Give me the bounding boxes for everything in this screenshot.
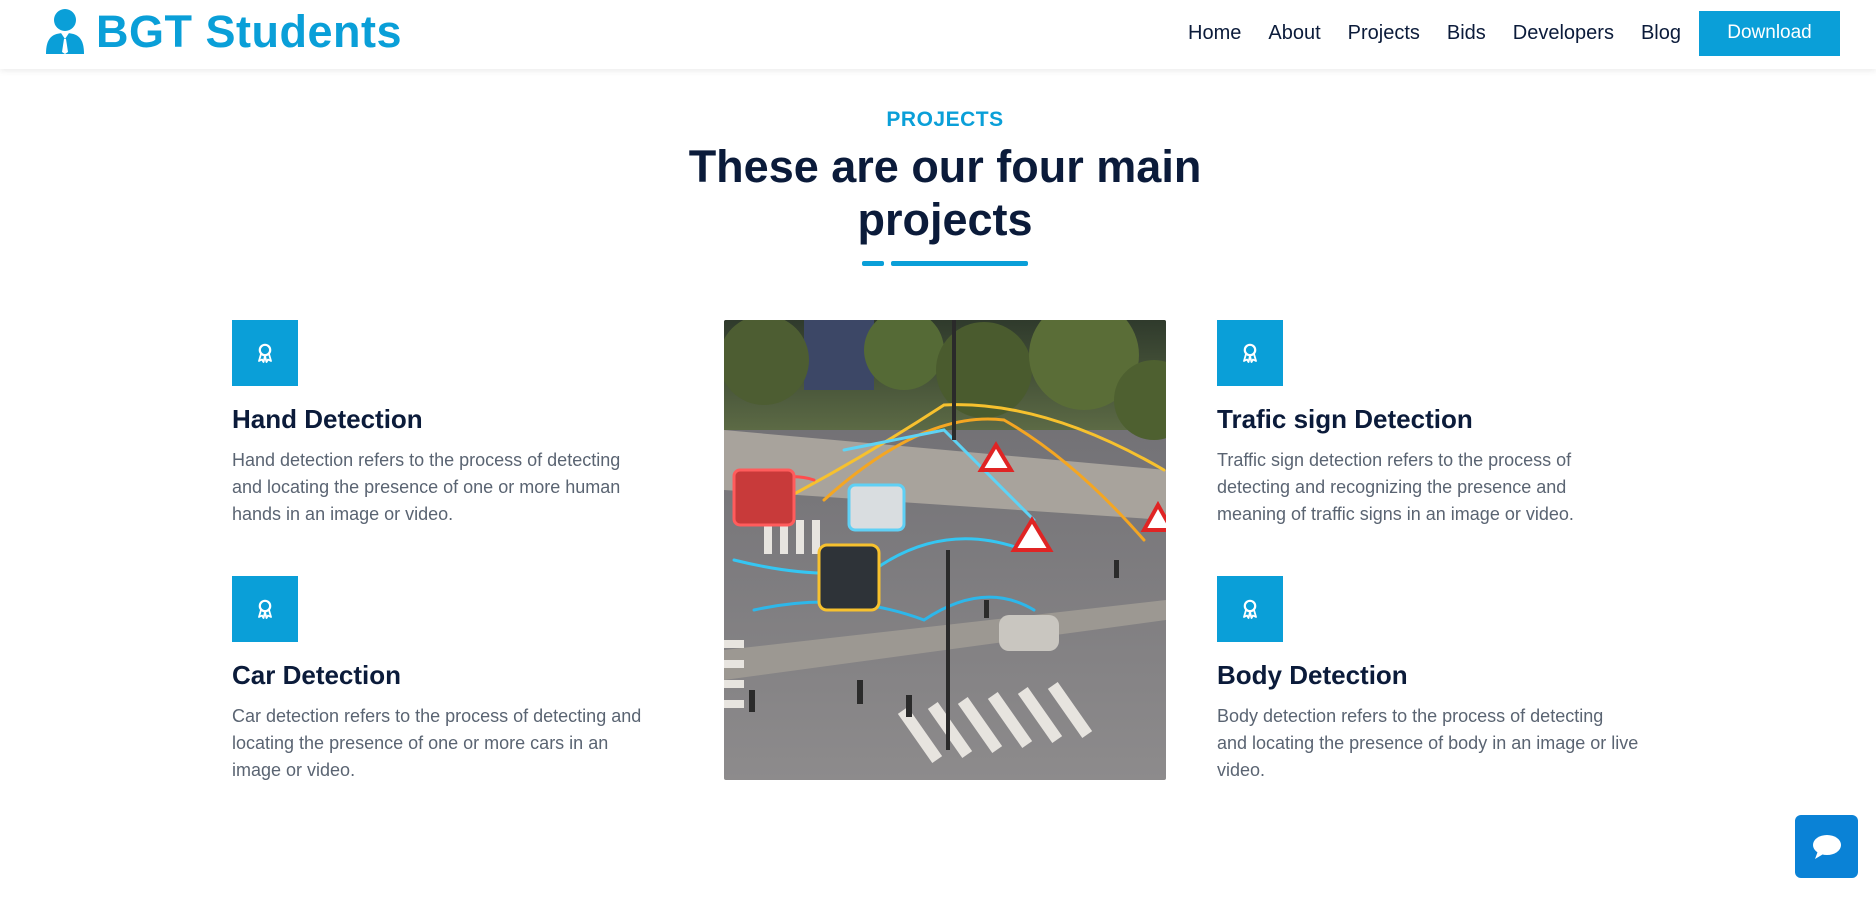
nav-home[interactable]: Home <box>1188 22 1241 45</box>
nav-projects[interactable]: Projects <box>1348 22 1420 45</box>
main-nav: Home About Projects Bids Developers Blog… <box>1161 10 1840 56</box>
feature-title: Hand Detection <box>232 404 423 434</box>
desc-line: Car detection refers to the process of d… <box>232 706 642 726</box>
desc-line: detecting and recognizing the presence a… <box>1217 477 1567 497</box>
download-button[interactable]: Download <box>1699 10 1840 56</box>
desc-line: locating the presence of one or more car… <box>232 733 609 753</box>
headline-line-1: These are our four main <box>688 141 1202 192</box>
feature-title: Trafic sign Detection <box>1217 404 1473 434</box>
brand-name: BGT Students <box>96 6 402 57</box>
chat-widget-button[interactable] <box>1795 815 1858 878</box>
nav-bids[interactable]: Bids <box>1447 22 1486 45</box>
feature-title: Car Detection <box>232 660 402 690</box>
feature-icon-box <box>232 320 298 386</box>
nav-about[interactable]: About <box>1268 22 1320 45</box>
smart-city-illustration <box>724 320 1166 780</box>
desc-line: and locating the presence of one or more… <box>232 477 621 497</box>
site-header: BGT Students Home About Projects Bids De… <box>0 0 1876 69</box>
feature-icon-box <box>232 576 298 642</box>
desc-line: Hand detection refers to the process of … <box>232 450 621 470</box>
feature-title: Body Detection <box>1217 660 1408 690</box>
desc-line: Traffic sign detection refers to the pro… <box>1217 450 1572 470</box>
intersection-scene-image <box>724 320 1166 780</box>
section-headline: These are our four main projects <box>645 140 1245 246</box>
desc-line: video. <box>1217 760 1266 780</box>
award-ribbon-icon <box>258 599 272 619</box>
feature-description: Hand detection refers to the process of … <box>232 447 682 528</box>
section-eyebrow: PROJECTS <box>886 108 1004 131</box>
desc-line: Body detection refers to the process of … <box>1217 706 1604 726</box>
feature-traffic-sign-detection: Trafic sign Detection Traffic sign detec… <box>1217 320 1667 528</box>
award-ribbon-icon <box>1243 343 1257 363</box>
feature-description: Traffic sign detection refers to the pro… <box>1217 447 1667 528</box>
chat-bubble-icon <box>1812 834 1841 859</box>
desc-line: and locating the presence of body in an … <box>1217 733 1639 753</box>
student-avatar-icon <box>46 9 84 54</box>
feature-body-detection: Body Detection Body detection refers to … <box>1217 576 1667 784</box>
feature-description: Body detection refers to the process of … <box>1217 703 1667 784</box>
desc-line: hands in an image or video. <box>232 504 454 524</box>
feature-icon-box <box>1217 320 1283 386</box>
award-ribbon-icon <box>258 343 272 363</box>
headline-underline-dash <box>862 261 884 266</box>
feature-car-detection: Car Detection Car detection refers to th… <box>232 576 682 784</box>
headline-line-2: projects <box>857 194 1033 245</box>
feature-hand-detection: Hand Detection Hand detection refers to … <box>232 320 682 528</box>
feature-icon-box <box>1217 576 1283 642</box>
headline-underline-bar <box>891 261 1028 266</box>
brand-logo-link[interactable]: BGT Students <box>44 4 402 60</box>
award-ribbon-icon <box>1243 599 1257 619</box>
feature-description: Car detection refers to the process of d… <box>232 703 682 784</box>
nav-developers[interactable]: Developers <box>1513 22 1614 45</box>
nav-blog[interactable]: Blog <box>1641 22 1681 45</box>
desc-line: meaning of traffic signs in an image or … <box>1217 504 1574 524</box>
desc-line: image or video. <box>232 760 356 780</box>
